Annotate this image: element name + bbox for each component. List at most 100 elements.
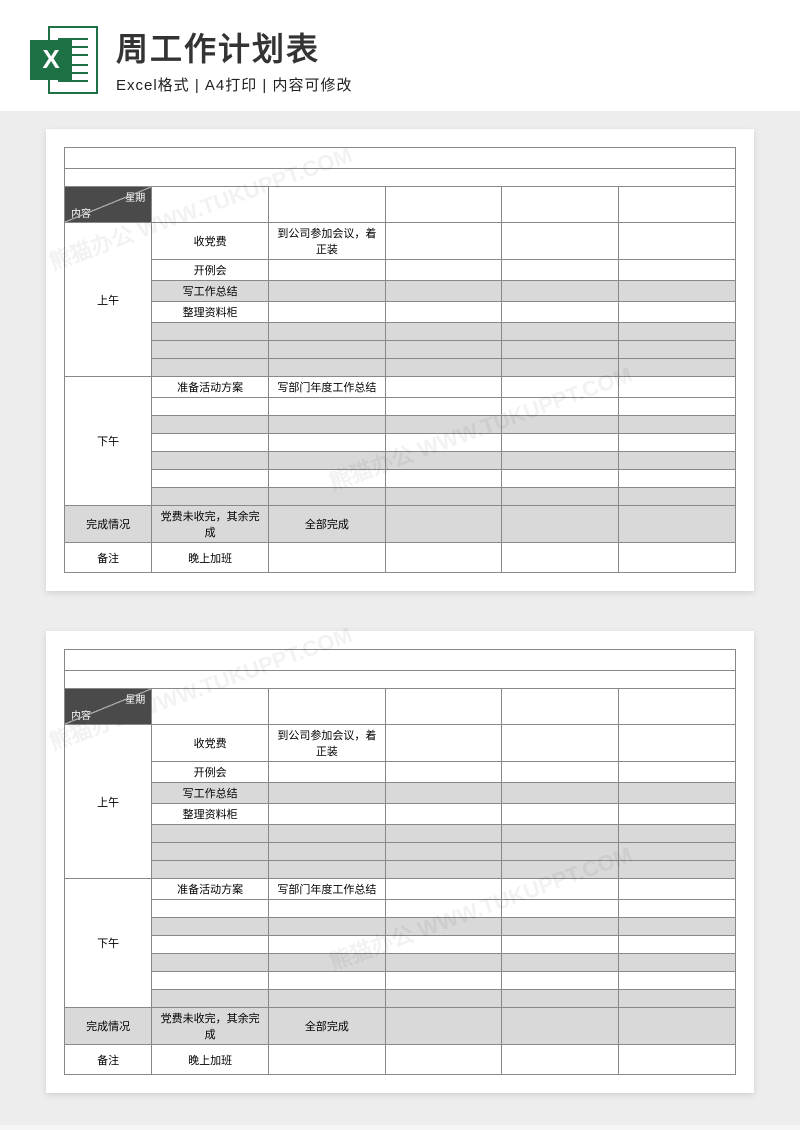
document-preview-1: 周工作计划表星期内容星期一星期二星期三星期四星期五上午收党费到公司参加会议，着正…: [46, 129, 754, 591]
page-header: X 周工作计划表 Excel格式 | A4打印 | 内容可修改: [0, 0, 800, 111]
table-cell: [502, 954, 619, 972]
table-cell: [152, 359, 269, 377]
table-cell: [502, 359, 619, 377]
table-cell: [619, 452, 736, 470]
table-cell: [268, 783, 385, 804]
table-cell: [152, 825, 269, 843]
status-label: 完成情况: [65, 506, 152, 543]
table-cell: [619, 804, 736, 825]
table-cell: [619, 260, 736, 281]
table-cell: [502, 804, 619, 825]
table-cell: 收党费: [152, 223, 269, 260]
table-cell: [268, 825, 385, 843]
table-cell: [385, 918, 502, 936]
table-cell: 开例会: [152, 762, 269, 783]
table-cell: [502, 762, 619, 783]
table-cell: [502, 488, 619, 506]
remarks-cell: [385, 1045, 502, 1075]
table-cell: 到公司参加会议，着正装: [268, 725, 385, 762]
table-cell: [619, 398, 736, 416]
table-cell: [152, 972, 269, 990]
table-cell: 到公司参加会议，着正装: [268, 223, 385, 260]
table-cell: [152, 990, 269, 1008]
table-cell: [619, 762, 736, 783]
table-cell: [502, 470, 619, 488]
table-cell: [502, 281, 619, 302]
table-cell: [385, 416, 502, 434]
table-cell: [152, 861, 269, 879]
table-cell: [502, 861, 619, 879]
table-cell: [385, 825, 502, 843]
table-cell: 准备活动方案: [152, 879, 269, 900]
table-cell: [502, 323, 619, 341]
table-cell: [385, 359, 502, 377]
table-cell: [152, 452, 269, 470]
table-cell: [268, 804, 385, 825]
table-cell: [385, 954, 502, 972]
table-cell: [385, 260, 502, 281]
table-title: 周工作计划表: [65, 650, 736, 671]
table-cell: [268, 323, 385, 341]
table-cell: [502, 452, 619, 470]
table-cell: 写工作总结: [152, 281, 269, 302]
table-cell: [385, 302, 502, 323]
table-cell: [502, 936, 619, 954]
page-title: 周工作计划表: [116, 24, 353, 70]
table-cell: [152, 434, 269, 452]
plan-table: 周工作计划表星期内容星期一星期二星期三星期四星期五上午收党费到公司参加会议，着正…: [64, 649, 736, 1075]
status-cell: [619, 1008, 736, 1045]
table-cell: [268, 861, 385, 879]
day-header: 星期一: [152, 187, 269, 223]
table-cell: [385, 783, 502, 804]
corner-cell: 星期内容: [65, 187, 152, 223]
table-cell: [502, 972, 619, 990]
table-cell: [385, 843, 502, 861]
table-cell: 开例会: [152, 260, 269, 281]
table-cell: [502, 990, 619, 1008]
table-cell: [502, 918, 619, 936]
table-cell: [152, 398, 269, 416]
table-cell: [619, 843, 736, 861]
table-cell: [502, 879, 619, 900]
table-cell: [619, 879, 736, 900]
table-cell: [268, 260, 385, 281]
section-label-morning: 上午: [65, 725, 152, 879]
table-cell: [268, 918, 385, 936]
table-cell: [385, 452, 502, 470]
table-cell: [385, 341, 502, 359]
table-cell: [619, 470, 736, 488]
day-header: 星期四: [502, 187, 619, 223]
table-cell: [619, 416, 736, 434]
table-cell: [502, 341, 619, 359]
table-cell: [268, 281, 385, 302]
table-cell: [152, 341, 269, 359]
day-header: 星期二: [268, 187, 385, 223]
table-cell: [268, 990, 385, 1008]
table-cell: [619, 861, 736, 879]
table-cell: [152, 954, 269, 972]
table-cell: 写部门年度工作总结: [268, 377, 385, 398]
day-header: 星期四: [502, 689, 619, 725]
table-cell: [385, 879, 502, 900]
table-cell: [268, 452, 385, 470]
excel-icon-letter: X: [30, 40, 72, 80]
remarks-cell: [502, 543, 619, 573]
table-cell: [385, 398, 502, 416]
table-cell: [502, 900, 619, 918]
table-cell: [385, 725, 502, 762]
table-cell: [619, 359, 736, 377]
section-label-morning: 上午: [65, 223, 152, 377]
corner-cell: 星期内容: [65, 689, 152, 725]
table-cell: [502, 223, 619, 260]
status-cell: [502, 506, 619, 543]
table-cell: 收党费: [152, 725, 269, 762]
table-cell: [385, 804, 502, 825]
table-cell: [502, 260, 619, 281]
table-cell: [619, 900, 736, 918]
table-cell: [502, 416, 619, 434]
remarks-cell: 晚上加班: [152, 1045, 269, 1075]
table-cell: [152, 470, 269, 488]
table-cell: [268, 470, 385, 488]
table-cell: [385, 434, 502, 452]
section-label-afternoon: 下午: [65, 377, 152, 506]
